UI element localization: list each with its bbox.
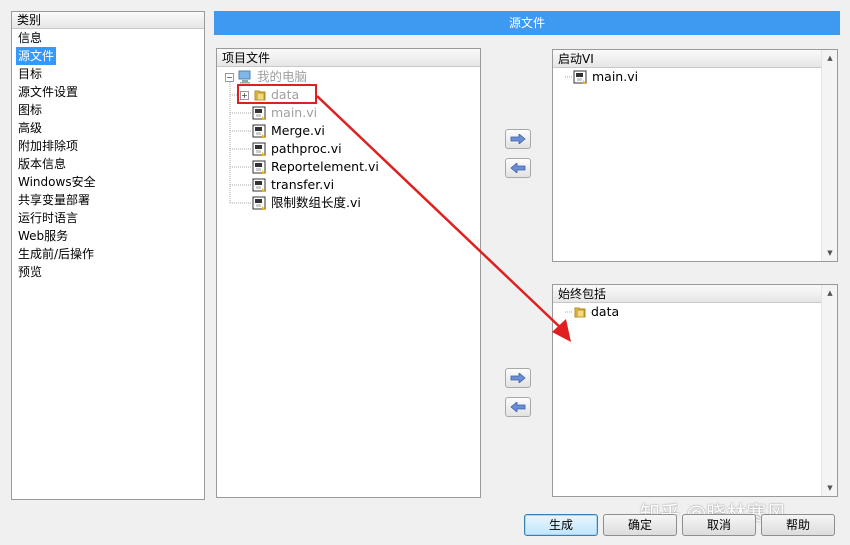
tree-label-pathproc-vi: pathproc.vi xyxy=(271,141,342,156)
category-panel: 类别 信息 源文件 目标 源文件设置 图标 高级 附加排除项 版本信息 Wind… xyxy=(11,11,205,500)
remove-from-always-included-button[interactable] xyxy=(505,397,531,417)
category-item-icon[interactable]: 图标 xyxy=(16,101,44,119)
startup-vi-scrollbar[interactable]: ▲ ▼ xyxy=(821,50,837,261)
tree-row-startup-main-vi[interactable]: main.vi xyxy=(573,68,638,86)
add-to-startup-button[interactable] xyxy=(505,129,531,149)
category-item-runtime-languages[interactable]: 运行时语言 xyxy=(16,209,80,227)
startup-vi-header: 启动VI xyxy=(553,50,821,68)
always-included-item-label: data xyxy=(591,304,620,319)
scroll-down-icon[interactable]: ▼ xyxy=(822,245,838,261)
tree-label-transfer-vi: transfer.vi xyxy=(271,177,335,192)
scroll-up-icon[interactable]: ▲ xyxy=(822,50,838,66)
tree-label-limit-array-length-vi: 限制数组长度.vi xyxy=(271,195,361,210)
always-included-header: 始终包括 xyxy=(553,285,821,303)
category-item-additional-exclusions[interactable]: 附加排除项 xyxy=(16,137,80,155)
category-item-info[interactable]: 信息 xyxy=(16,29,44,47)
category-header: 类别 xyxy=(12,12,204,29)
category-item-preview[interactable]: 预览 xyxy=(16,263,44,281)
category-item-destinations[interactable]: 目标 xyxy=(16,65,44,83)
page-title: 源文件 xyxy=(214,11,840,35)
add-to-always-included-button[interactable] xyxy=(505,368,531,388)
arrow-right-icon xyxy=(510,373,526,383)
tree-lines xyxy=(565,311,573,313)
category-item-web-services[interactable]: Web服务 xyxy=(16,227,70,245)
tree-label-merge-vi: Merge.vi xyxy=(271,123,325,138)
category-item-pre-post-build-actions[interactable]: 生成前/后操作 xyxy=(16,245,96,263)
category-item-version-info[interactable]: 版本信息 xyxy=(16,155,68,173)
cancel-button[interactable]: 取消 xyxy=(682,514,756,536)
category-item-source-files[interactable]: 源文件 xyxy=(16,47,57,65)
arrow-left-icon xyxy=(510,402,526,412)
ok-button[interactable]: 确定 xyxy=(603,514,677,536)
arrow-left-icon xyxy=(510,163,526,173)
category-item-advanced[interactable]: 高级 xyxy=(16,119,44,137)
annotation-highlight-box xyxy=(237,84,317,104)
category-item-source-file-settings[interactable]: 源文件设置 xyxy=(16,83,80,101)
scroll-up-icon[interactable]: ▲ xyxy=(822,285,838,301)
tree-label-main-vi: main.vi xyxy=(271,105,318,120)
build-button[interactable]: 生成 xyxy=(524,514,598,536)
tree-lines xyxy=(229,82,252,204)
arrow-right-icon xyxy=(510,134,526,144)
tree-label-reportelement-vi: Reportelement.vi xyxy=(271,159,379,174)
tree-row-always-data[interactable]: data xyxy=(573,303,619,321)
category-item-shared-variable-deployment[interactable]: 共享变量部署 xyxy=(16,191,92,209)
category-item-windows-security[interactable]: Windows安全 xyxy=(16,173,98,191)
scroll-down-icon[interactable]: ▼ xyxy=(822,480,838,496)
project-files-panel: 项目文件 − 我的电脑 + data main.vi Merge.vi path… xyxy=(216,48,481,498)
startup-vi-item-label: main.vi xyxy=(592,69,639,84)
startup-vi-panel: 启动VI main.vi ▲ ▼ xyxy=(552,49,838,262)
category-list: 信息 源文件 目标 源文件设置 图标 高级 附加排除项 版本信息 Windows… xyxy=(12,29,204,281)
remove-from-startup-button[interactable] xyxy=(505,158,531,178)
folder-icon xyxy=(573,305,587,319)
help-button[interactable]: 帮助 xyxy=(761,514,835,536)
always-included-scrollbar[interactable]: ▲ ▼ xyxy=(821,285,837,496)
tree-lines xyxy=(565,76,573,78)
always-included-panel: 始终包括 data ▲ ▼ xyxy=(552,284,838,497)
vi-file-icon xyxy=(573,70,588,85)
